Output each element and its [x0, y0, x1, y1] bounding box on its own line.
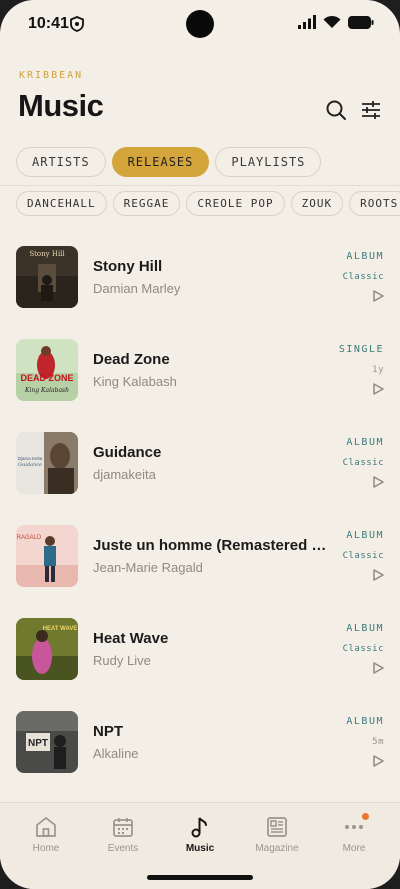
release-tag: Classic: [342, 644, 384, 654]
release-tag: 1y: [372, 365, 384, 375]
album-cover: Djama Keita Guidance: [16, 432, 78, 494]
album-cover: Stony Hill: [16, 246, 78, 308]
nav-label: Magazine: [255, 843, 299, 854]
play-icon[interactable]: [371, 568, 385, 582]
home-icon: [34, 815, 58, 839]
status-icons: [298, 15, 374, 34]
nav-music[interactable]: Music: [160, 803, 240, 863]
release-title: Stony Hill: [93, 258, 163, 275]
release-tag: 5m: [372, 737, 384, 747]
filter-icon[interactable]: [360, 99, 382, 121]
release-type: ALBUM: [346, 251, 384, 262]
play-icon[interactable]: [371, 289, 385, 303]
release-row[interactable]: DEAD ZONE King Kalabash Dead Zone King K…: [0, 325, 400, 418]
play-icon[interactable]: [371, 475, 385, 489]
tab-playlists[interactable]: PLAYLISTS: [215, 147, 322, 177]
release-tag: Classic: [342, 551, 384, 561]
svg-text:Stony Hill: Stony Hill: [29, 250, 65, 258]
svg-text:Guidance: Guidance: [18, 462, 42, 468]
divider: [0, 185, 400, 186]
camera-cutout: [186, 10, 214, 38]
tab-releases[interactable]: RELEASES: [111, 147, 210, 177]
wifi-icon: [323, 15, 341, 34]
music-note-icon: [188, 815, 212, 839]
nav-home[interactable]: Home: [6, 803, 86, 863]
genre-chip-roots[interactable]: ROOTS: [349, 191, 400, 216]
nav-label: Music: [185, 843, 215, 854]
calendar-icon: [111, 815, 135, 839]
release-row[interactable]: HEAT WAVE Heat Wave Rudy Live ALBUM Clas…: [0, 604, 400, 697]
search-icon[interactable]: [325, 99, 347, 121]
release-artist: Damian Marley: [93, 281, 181, 296]
signal-icon: [298, 15, 316, 34]
release-title: NPT: [93, 723, 123, 740]
play-icon[interactable]: [371, 382, 385, 396]
notification-badge: [362, 813, 369, 820]
release-type: ALBUM: [346, 623, 384, 634]
genre-chip-creole-pop[interactable]: CREOLE POP: [186, 191, 285, 216]
svg-text:NPT: NPT: [28, 738, 48, 749]
release-artist: King Kalabash: [93, 374, 177, 389]
phone-screen: 10:41 KRIBBEAN Music ARTISTS RELEASES PL…: [0, 0, 400, 889]
release-row[interactable]: Djama Keita Guidance Guidance djamakeita…: [0, 418, 400, 511]
tab-artists[interactable]: ARTISTS: [16, 147, 106, 177]
album-cover: RAGALD: [16, 525, 78, 587]
release-row[interactable]: RAGALD Juste un homme (Remastered del...…: [0, 511, 400, 604]
release-type: ALBUM: [346, 716, 384, 727]
release-title: Juste un homme (Remastered del...: [93, 537, 328, 554]
release-tag: Classic: [342, 272, 384, 282]
svg-text:DEAD ZONE: DEAD ZONE: [20, 373, 73, 383]
status-bar: 10:41: [0, 0, 400, 48]
genre-chips: DANCEHALL REGGAE CREOLE POP ZOUK ROOTS: [16, 191, 400, 216]
newspaper-icon: [265, 815, 289, 839]
album-cover: NPT: [16, 711, 78, 773]
home-indicator[interactable]: [147, 875, 253, 880]
release-title: Heat Wave: [93, 630, 169, 647]
section-tabs: ARTISTS RELEASES PLAYLISTS: [16, 147, 322, 177]
release-type: ALBUM: [346, 530, 384, 541]
nav-label: Home: [32, 843, 60, 854]
album-cover: HEAT WAVE: [16, 618, 78, 680]
release-artist: djamakeita: [93, 467, 156, 482]
album-cover: DEAD ZONE King Kalabash: [16, 339, 78, 401]
release-artist: Alkaline: [93, 746, 139, 761]
release-artist: Rudy Live: [93, 653, 151, 668]
genre-chip-zouk[interactable]: ZOUK: [290, 191, 344, 216]
svg-text:HEAT WAVE: HEAT WAVE: [43, 626, 78, 632]
release-type: ALBUM: [346, 437, 384, 448]
release-row[interactable]: NPT NPT Alkaline ALBUM 5m: [0, 697, 400, 790]
genre-chip-dancehall[interactable]: DANCEHALL: [16, 191, 107, 216]
nav-events[interactable]: Events: [83, 803, 163, 863]
release-tag: Classic: [342, 458, 384, 468]
release-title: Dead Zone: [93, 351, 170, 368]
play-icon[interactable]: [371, 661, 385, 675]
nav-magazine[interactable]: Magazine: [237, 803, 317, 863]
release-row[interactable]: Stony Hill Stony Hill Damian Marley ALBU…: [0, 232, 400, 325]
release-artist: Jean-Marie Ragald: [93, 560, 203, 575]
svg-text:Djama Keita: Djama Keita: [18, 456, 43, 461]
brand-label: KRIBBEAN: [19, 70, 84, 81]
svg-text:King Kalabash: King Kalabash: [24, 387, 69, 394]
status-time: 10:41: [28, 15, 69, 32]
nav-label: Events: [107, 843, 139, 854]
release-type: SINGLE: [338, 344, 384, 355]
shield-icon: [70, 16, 84, 37]
play-icon[interactable]: [371, 754, 385, 768]
release-title: Guidance: [93, 444, 162, 461]
svg-text:RAGALD: RAGALD: [17, 535, 42, 541]
nav-label: More: [342, 843, 366, 854]
nav-more[interactable]: More: [314, 803, 394, 863]
page-title: Music: [18, 88, 104, 123]
battery-icon: [348, 15, 374, 34]
genre-chip-reggae[interactable]: REGGAE: [112, 191, 181, 216]
